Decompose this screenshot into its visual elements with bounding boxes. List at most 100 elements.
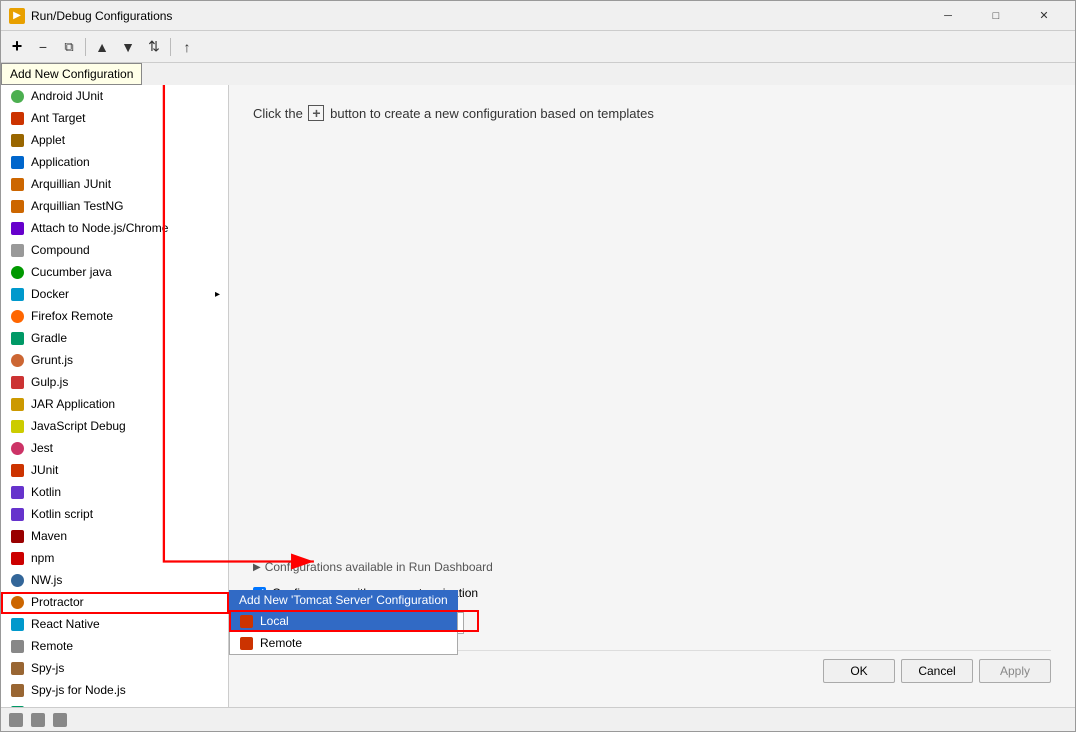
submenu-item-label-remote-sub: Remote xyxy=(260,636,302,650)
title-bar: ▶ Run/Debug Configurations ─ □ ✕ xyxy=(1,1,1075,31)
submenu-item-local[interactable]: Local xyxy=(230,610,457,632)
react-icon xyxy=(9,616,25,632)
list-item-label-kotlin-script: Kotlin script xyxy=(31,507,93,521)
list-item-compound[interactable]: Compound xyxy=(1,239,228,261)
list-item-label-maven: Maven xyxy=(31,529,67,543)
list-item-label-applet: Applet xyxy=(31,133,65,147)
toolbar-separator-1 xyxy=(85,38,86,56)
attach-icon xyxy=(9,220,25,236)
sort-button[interactable]: ⇅ xyxy=(142,35,166,59)
list-item-arquillian-testng[interactable]: Arquillian TestNG xyxy=(1,195,228,217)
minimize-button[interactable]: ─ xyxy=(925,6,971,26)
info-text: Click the + button to create a new confi… xyxy=(253,105,1051,121)
run-debug-window: ▶ Run/Debug Configurations ─ □ ✕ + − ⧉ ▲… xyxy=(0,0,1076,732)
list-item-label-protractor: Protractor xyxy=(31,595,84,609)
list-item-label-junit: JUnit xyxy=(31,463,58,477)
window-title: Run/Debug Configurations xyxy=(31,9,925,23)
list-item-label-npm: npm xyxy=(31,551,54,565)
add-tooltip: Add New Configuration xyxy=(1,63,142,85)
list-item-label-js-debug: JavaScript Debug xyxy=(31,419,126,433)
list-item-attach-node[interactable]: Attach to Node.js/Chrome xyxy=(1,217,228,239)
window-controls: ─ □ ✕ xyxy=(925,6,1067,26)
list-item-application[interactable]: Application xyxy=(1,151,228,173)
remove-configuration-button[interactable]: − xyxy=(31,35,55,59)
gradle-icon xyxy=(9,330,25,346)
list-item-junit[interactable]: JUnit xyxy=(1,459,228,481)
list-item-docker[interactable]: Docker▸ xyxy=(1,283,228,305)
list-item-jest[interactable]: Jest xyxy=(1,437,228,459)
list-item-kotlin[interactable]: Kotlin xyxy=(1,481,228,503)
list-item-android-junit[interactable]: Android JUnit xyxy=(1,85,228,107)
jest-icon xyxy=(9,440,25,456)
list-item-gulp-js[interactable]: Gulp.js xyxy=(1,371,228,393)
configuration-list: Android JUnit Ant Target Applet Application… xyxy=(1,85,228,707)
applet-icon xyxy=(9,132,25,148)
list-item-react-native[interactable]: React Native xyxy=(1,613,228,635)
list-item-testng[interactable]: TestNG xyxy=(1,701,228,707)
list-item-arquillian-junit[interactable]: Arquillian JUnit xyxy=(1,173,228,195)
info-prefix: Click the xyxy=(253,106,303,121)
npm-icon xyxy=(9,550,25,566)
remote-icon xyxy=(9,638,25,654)
submenu-item-remote-sub[interactable]: Remote xyxy=(230,632,457,654)
list-item-label-android-junit: Android JUnit xyxy=(31,89,103,103)
cancel-button[interactable]: Cancel xyxy=(901,659,973,683)
list-item-label-gulp-js: Gulp.js xyxy=(31,375,68,389)
testng-icon xyxy=(9,704,25,707)
bottom-buttons: OK Cancel Apply xyxy=(253,650,1051,687)
android-icon xyxy=(9,88,25,104)
list-item-firefox-remote[interactable]: Firefox Remote xyxy=(1,305,228,327)
local-submenu-icon xyxy=(238,613,254,629)
list-item-jar-app[interactable]: JAR Application xyxy=(1,393,228,415)
list-item-label-nw-js: NW.js xyxy=(31,573,62,587)
remote-sub-submenu-icon xyxy=(238,635,254,651)
list-item-remote[interactable]: Remote xyxy=(1,635,228,657)
list-item-js-debug[interactable]: JavaScript Debug xyxy=(1,415,228,437)
list-item-gradle[interactable]: Gradle xyxy=(1,327,228,349)
status-icon-3[interactable] xyxy=(53,713,67,727)
list-item-cucumber-java[interactable]: Cucumber java xyxy=(1,261,228,283)
kotlin-icon xyxy=(9,484,25,500)
toolbar-separator-2 xyxy=(170,38,171,56)
list-item-label-kotlin: Kotlin xyxy=(31,485,61,499)
list-item-nw-js[interactable]: NW.js xyxy=(1,569,228,591)
list-item-label-jar-app: JAR Application xyxy=(31,397,115,411)
firefox-icon xyxy=(9,308,25,324)
status-icon-1[interactable] xyxy=(9,713,23,727)
run-dashboard-row[interactable]: ▶ Configurations available in Run Dashbo… xyxy=(253,560,1051,574)
maven-icon xyxy=(9,528,25,544)
close-button[interactable]: ✕ xyxy=(1021,6,1067,26)
ok-button[interactable]: OK xyxy=(823,659,895,683)
list-item-label-arquillian-testng: Arquillian TestNG xyxy=(31,199,123,213)
move-down-button[interactable]: ▼ xyxy=(116,35,140,59)
list-item-protractor[interactable]: Protractor xyxy=(1,591,228,613)
left-panel: Android JUnit Ant Target Applet Application… xyxy=(1,85,229,707)
arq-icon xyxy=(9,176,25,192)
list-item-spy-js-node[interactable]: Spy-js for Node.js xyxy=(1,679,228,701)
copy-configuration-button[interactable]: ⧉ xyxy=(57,35,81,59)
gulp-icon xyxy=(9,374,25,390)
list-item-npm[interactable]: npm xyxy=(1,547,228,569)
share-button[interactable]: ↑ xyxy=(175,35,199,59)
nw-icon xyxy=(9,572,25,588)
move-up-button[interactable]: ▲ xyxy=(90,35,114,59)
list-item-kotlin-script[interactable]: Kotlin script xyxy=(1,503,228,525)
submenu-popup: Add New 'Tomcat Server' Configuration Lo… xyxy=(229,590,458,655)
list-item-grunt-js[interactable]: Grunt.js xyxy=(1,349,228,371)
list-item-label-cucumber-java: Cucumber java xyxy=(31,265,112,279)
info-suffix: button to create a new configuration bas… xyxy=(330,106,654,121)
list-item-label-application: Application xyxy=(31,155,90,169)
add-configuration-button[interactable]: + xyxy=(5,35,29,59)
status-bar xyxy=(1,707,1075,731)
list-item-spy-js[interactable]: Spy-js xyxy=(1,657,228,679)
apply-button[interactable]: Apply xyxy=(979,659,1051,683)
window-icon: ▶ xyxy=(9,8,25,24)
arq-icon xyxy=(9,198,25,214)
list-item-applet[interactable]: Applet xyxy=(1,129,228,151)
status-icon-2[interactable] xyxy=(31,713,45,727)
protractor-icon xyxy=(9,594,25,610)
list-item-maven[interactable]: Maven xyxy=(1,525,228,547)
list-item-label-spy-js: Spy-js xyxy=(31,661,64,675)
list-item-ant-target[interactable]: Ant Target xyxy=(1,107,228,129)
maximize-button[interactable]: □ xyxy=(973,6,1019,26)
